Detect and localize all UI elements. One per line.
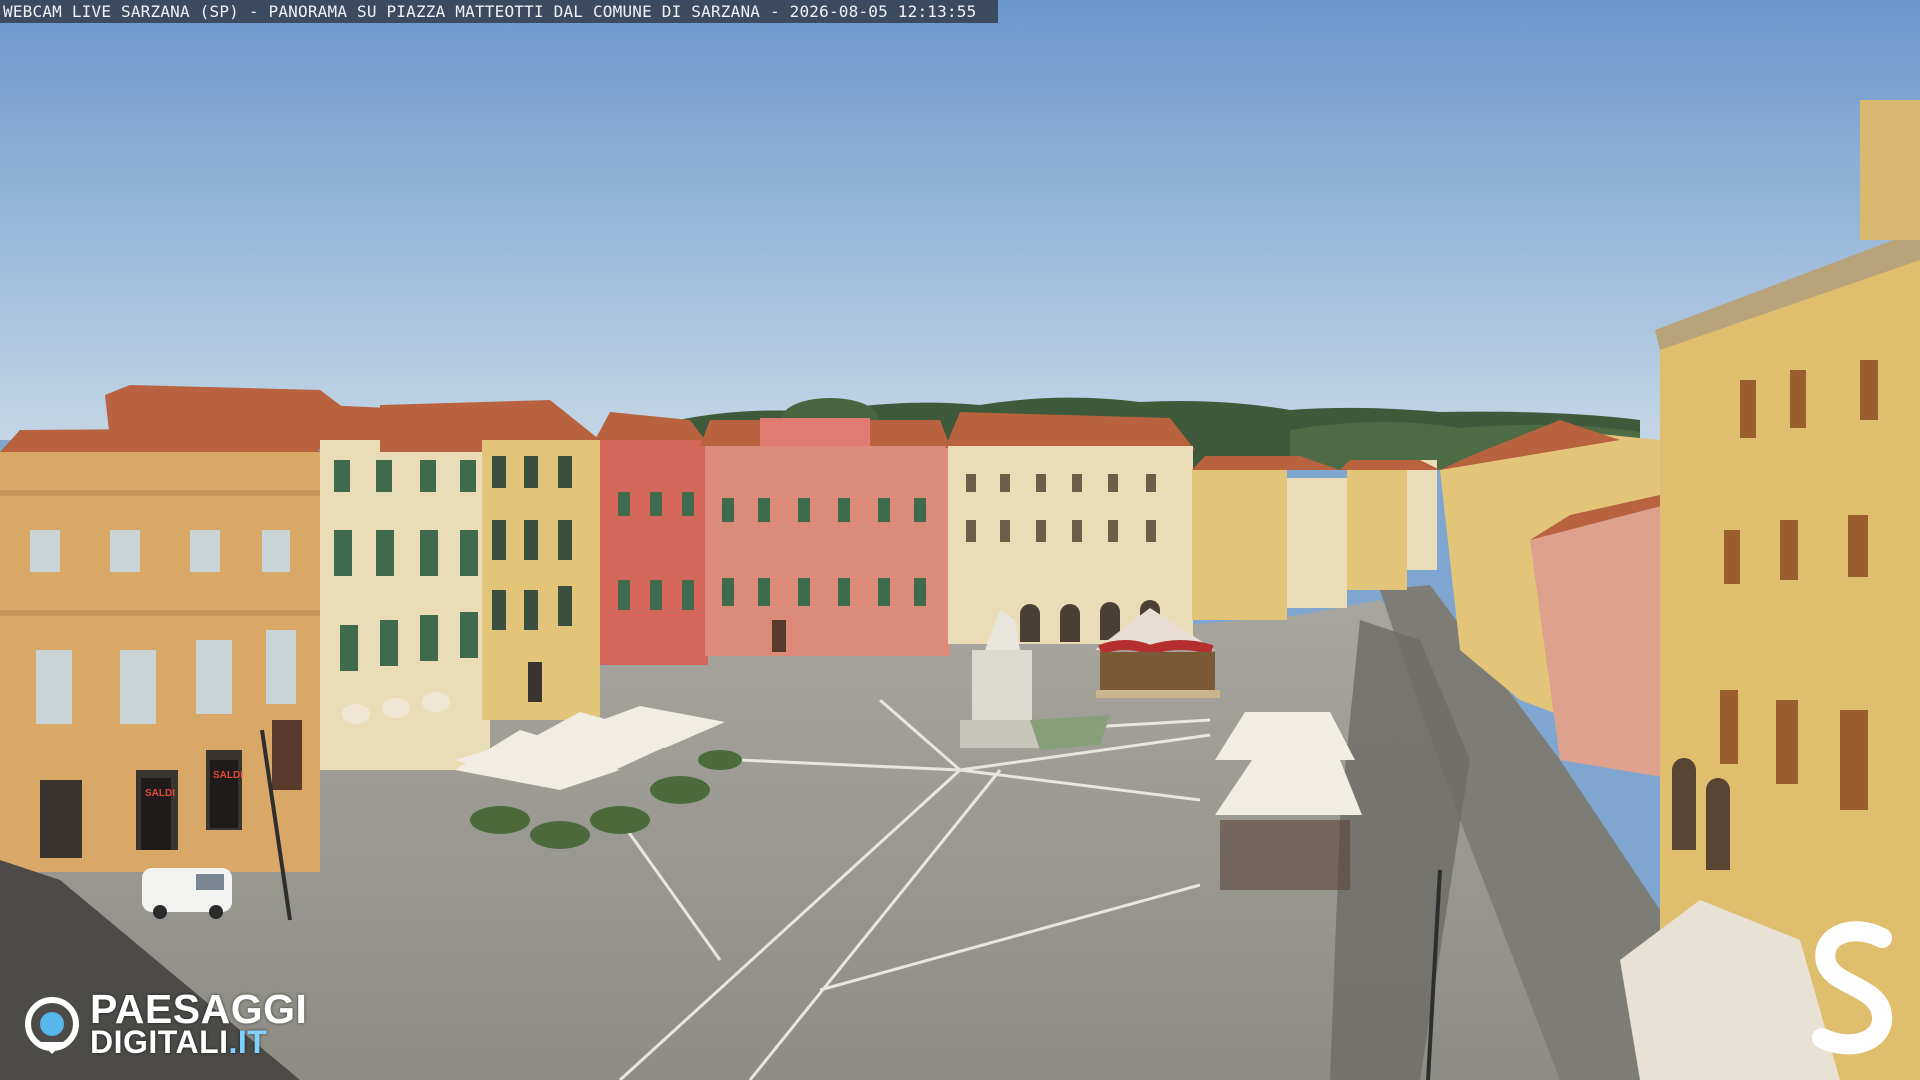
webcam-caption: WEBCAM LIVE SARZANA (SP) - PANORAMA SU P… <box>0 0 999 23</box>
sky <box>0 0 1920 440</box>
s-letter-logo <box>1812 921 1892 1055</box>
eye-icon <box>25 997 79 1054</box>
building-pink <box>700 418 950 656</box>
building-red <box>595 412 708 665</box>
cafe-tables-right <box>1220 820 1350 890</box>
brand-name-line2: DIGITALI.IT <box>90 1024 267 1061</box>
building-cream-palazzo <box>945 412 1195 644</box>
shop-sign-saldi-1: SALDI <box>145 788 175 799</box>
brand-domain: .IT <box>228 1024 268 1060</box>
webcam-scene: SALDI SALDI <box>0 0 1920 1080</box>
shop-sign-saldi-2: SALDI <box>213 770 243 781</box>
white-van <box>142 868 232 919</box>
brand-watermark: PAESAGGI DIGITALI.IT <box>24 986 344 1061</box>
brand-name-main: DIGITALI <box>90 1024 229 1060</box>
